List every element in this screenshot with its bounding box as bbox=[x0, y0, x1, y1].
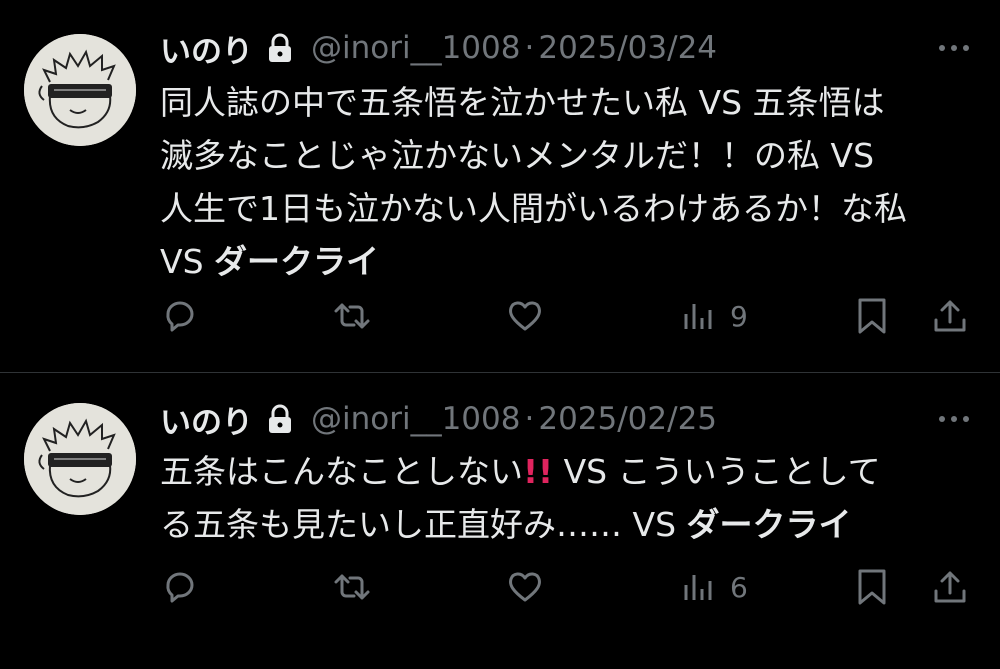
more-icon[interactable] bbox=[936, 407, 972, 431]
text-segment: 五条はこんなことしない bbox=[160, 452, 523, 491]
retweet-button[interactable] bbox=[332, 563, 372, 611]
tweet-text: 同人誌の中で五条悟を泣かせたい私 VS 五条悟は 滅多なことじゃ泣かないメンタル… bbox=[160, 76, 980, 288]
tweet-text-line: 人生で1日も泣かない人間がいるわけあるか！な私 bbox=[160, 182, 980, 235]
reply-button[interactable] bbox=[160, 563, 200, 611]
reply-icon bbox=[166, 572, 194, 603]
tweet-text-line: 五条はこんなことしない!! VS こういうことして bbox=[160, 445, 980, 498]
tweet-date[interactable]: 2025/02/25 bbox=[538, 401, 717, 437]
bookmark-button[interactable] bbox=[852, 292, 892, 340]
tweet[interactable]: いのり @inori__1008 · 2025/02/25 五条はこんなことしな… bbox=[0, 373, 1000, 669]
text-segment: VS bbox=[160, 242, 215, 281]
double-exclamation-emoji: !! bbox=[523, 452, 554, 491]
share-icon bbox=[934, 571, 966, 603]
tweet-text-line: 同人誌の中で五条悟を泣かせたい私 VS 五条悟は bbox=[160, 76, 980, 129]
views-icon bbox=[684, 304, 712, 329]
tweet-header: いのり @inori__1008 · 2025/03/24 bbox=[160, 22, 980, 74]
views-button[interactable]: 9 bbox=[678, 292, 748, 340]
tweet[interactable]: いのり @inori__1008 · 2025/03/24 同人誌の中で五条悟を… bbox=[0, 0, 1000, 372]
text-segment: 滅多なことじゃ泣かないメンタルだ！！の私 VS bbox=[160, 136, 875, 175]
lock-icon bbox=[267, 404, 293, 434]
bookmark-icon bbox=[858, 569, 886, 605]
display-name[interactable]: いのり bbox=[160, 26, 253, 71]
separator-dot: · bbox=[524, 30, 535, 66]
avatar[interactable] bbox=[24, 34, 136, 146]
user-handle[interactable]: @inori__1008 bbox=[311, 401, 520, 437]
text-segment-bold: ダークライ bbox=[686, 505, 852, 544]
avatar-drawing-icon bbox=[24, 34, 136, 146]
views-icon bbox=[684, 575, 712, 600]
retweet-button[interactable] bbox=[332, 292, 372, 340]
action-bar: 6 bbox=[0, 563, 1000, 611]
views-button[interactable]: 6 bbox=[678, 563, 748, 611]
share-icon bbox=[934, 300, 966, 332]
lock-icon bbox=[267, 33, 293, 63]
reply-button[interactable] bbox=[160, 292, 200, 340]
display-name[interactable]: いのり bbox=[160, 397, 253, 442]
bookmark-icon bbox=[858, 298, 886, 334]
text-segment-bold: ダークライ bbox=[214, 242, 380, 281]
heart-icon bbox=[509, 572, 541, 602]
avatar[interactable] bbox=[24, 403, 136, 515]
more-icon[interactable] bbox=[936, 36, 972, 60]
retweet-icon bbox=[334, 574, 370, 600]
like-button[interactable] bbox=[505, 292, 545, 340]
bookmark-button[interactable] bbox=[852, 563, 892, 611]
share-button[interactable] bbox=[930, 292, 970, 340]
tweet-date[interactable]: 2025/03/24 bbox=[538, 30, 717, 66]
views-count: 6 bbox=[730, 570, 748, 604]
tweet-header: いのり @inori__1008 · 2025/02/25 bbox=[160, 393, 980, 445]
share-button[interactable] bbox=[930, 563, 970, 611]
like-button[interactable] bbox=[505, 563, 545, 611]
user-handle[interactable]: @inori__1008 bbox=[311, 30, 520, 66]
text-segment: VS こういうことして bbox=[553, 452, 881, 491]
action-bar: 9 bbox=[0, 292, 1000, 340]
avatar-drawing-icon bbox=[24, 403, 136, 515]
reply-icon bbox=[166, 301, 194, 332]
text-segment: 同人誌の中で五条悟を泣かせたい私 VS 五条悟は bbox=[160, 83, 885, 122]
retweet-icon bbox=[334, 303, 370, 329]
text-segment: る五条も見たいし正直好み…… VS bbox=[160, 505, 687, 544]
tweet-text-line: る五条も見たいし正直好み…… VS ダークライ bbox=[160, 498, 980, 551]
text-segment: 人生で1日も泣かない人間がいるわけあるか！な私 bbox=[160, 189, 907, 228]
heart-icon bbox=[509, 301, 541, 331]
tweet-text-line: VS ダークライ bbox=[160, 235, 980, 288]
separator-dot: · bbox=[524, 401, 535, 437]
tweet-text-line: 滅多なことじゃ泣かないメンタルだ！！の私 VS bbox=[160, 129, 980, 182]
views-count: 9 bbox=[730, 299, 748, 333]
tweet-text: 五条はこんなことしない!! VS こういうことして る五条も見たいし正直好み……… bbox=[160, 445, 980, 551]
